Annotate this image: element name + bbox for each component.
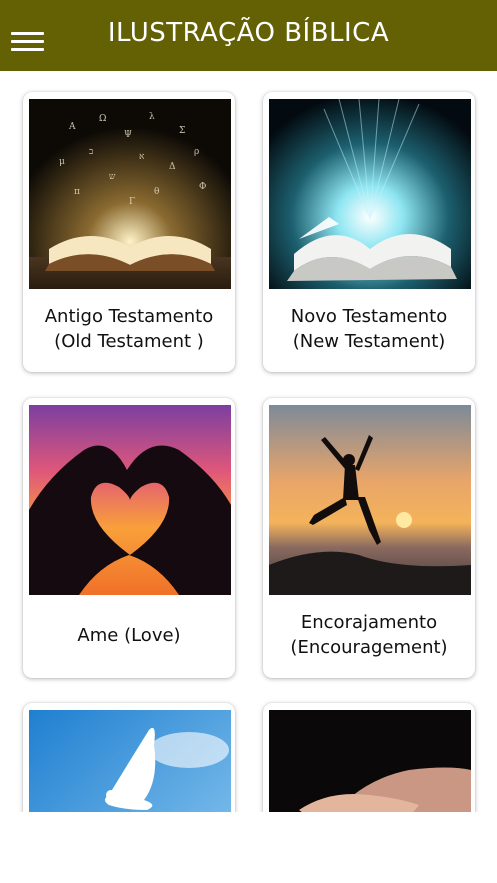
bottom-area [0, 812, 497, 883]
card-subtitle: (Encouragement) [290, 637, 448, 658]
card-caption: Encorajamento (Encouragement) [267, 604, 471, 666]
card-subtitle: (Old Testament ) [54, 331, 204, 352]
svg-text:Σ: Σ [179, 126, 185, 136]
svg-text:ש: ש [109, 172, 116, 182]
category-card-encouragement[interactable]: Encorajamento (Encouragement) [263, 398, 475, 678]
svg-text:μ: μ [59, 157, 65, 167]
category-card-love[interactable]: Ame (Love) [23, 398, 235, 678]
encouragement-image [269, 405, 471, 595]
old-testament-image: A Ω Ψ λ Σ ב א Δ ש π θ Γ ρ μ Φ [29, 99, 231, 289]
card-caption: Antigo Testamento (Old Testament ) [27, 298, 231, 360]
svg-text:ב: ב [89, 147, 93, 157]
svg-text:Φ: Φ [199, 182, 206, 192]
category-card-new-testament[interactable]: Novo Testamento (New Testament) [263, 92, 475, 372]
svg-text:λ: λ [149, 112, 155, 122]
card-subtitle: (New Testament) [292, 331, 446, 352]
svg-text:Ω: Ω [99, 114, 106, 124]
svg-text:A: A [68, 122, 76, 132]
page-title: ILUSTRAÇÃO BÍBLICA [107, 18, 390, 48]
new-testament-image [269, 99, 471, 289]
svg-text:Γ: Γ [129, 197, 135, 207]
category-card-old-testament[interactable]: A Ω Ψ λ Σ ב א Δ ש π θ Γ ρ μ Φ Antigo Testamento (O… [23, 92, 235, 372]
app-header: ILUSTRAÇÃO BÍBLICA [0, 0, 497, 71]
card-title: Novo Testamento [290, 306, 448, 327]
svg-text:Ψ: Ψ [124, 130, 132, 140]
svg-text:θ: θ [154, 187, 159, 197]
card-title: Antigo Testamento [44, 306, 214, 327]
svg-text:Δ: Δ [169, 162, 176, 172]
svg-text:π: π [74, 187, 80, 197]
svg-text:ρ: ρ [194, 147, 199, 157]
svg-text:א: א [139, 152, 145, 162]
love-image [29, 405, 231, 595]
card-title: Encorajamento [300, 612, 438, 633]
card-caption: Ame (Love) [27, 604, 231, 666]
card-title: Ame (Love) [77, 624, 181, 646]
card-caption: Novo Testamento (New Testament) [267, 298, 471, 360]
